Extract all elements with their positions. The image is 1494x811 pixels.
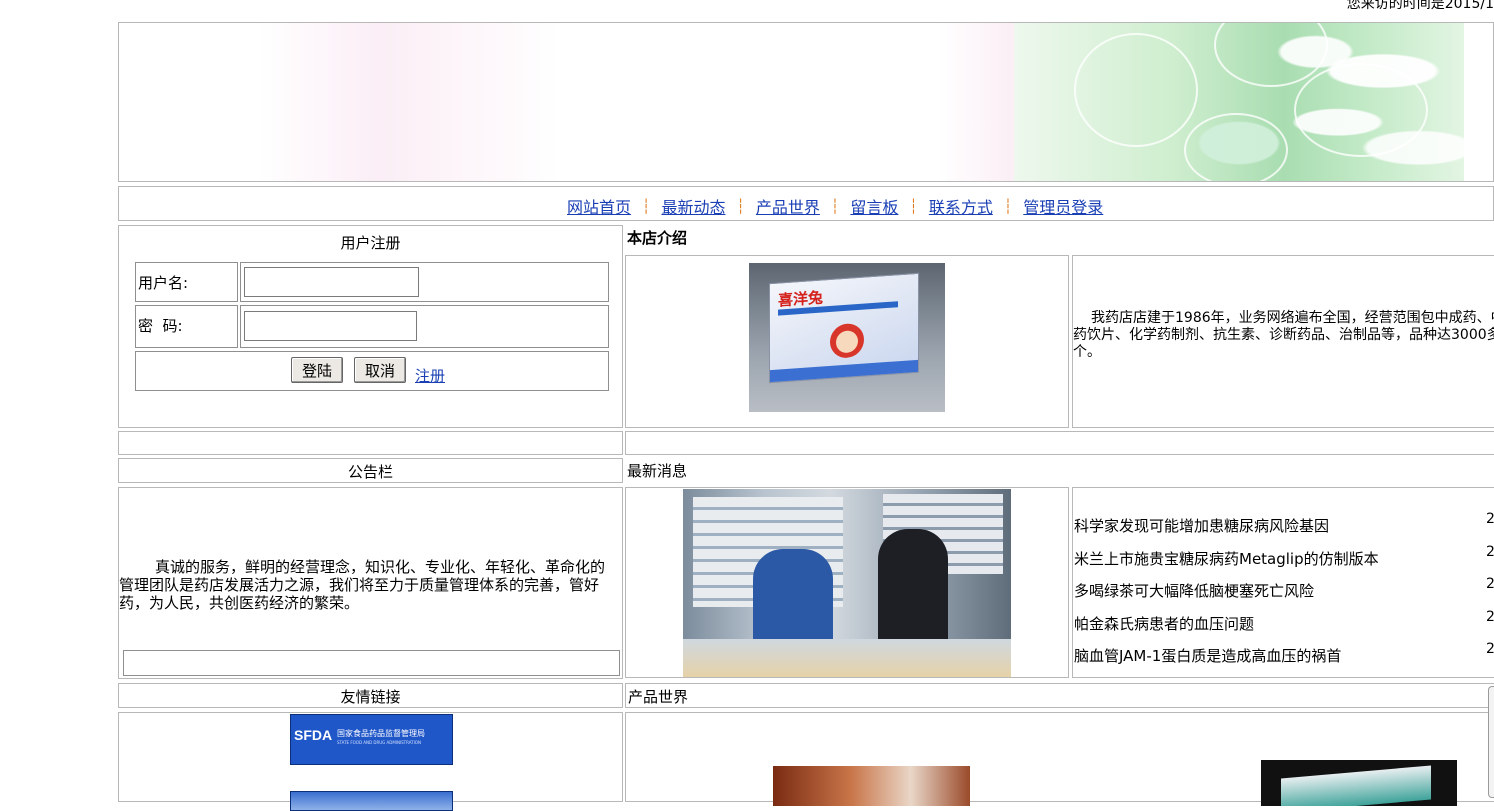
second-link-banner[interactable] — [290, 791, 453, 811]
nav-home-link[interactable]: 网站首页 — [567, 198, 631, 217]
news-item-date: 2 — [1486, 641, 1494, 657]
notice-footer-row — [123, 650, 620, 676]
register-actions-row: 登陆 取消 注册 — [135, 351, 609, 391]
products-title: 产品世界 — [628, 688, 689, 706]
password-label-cell: 密 码: — [135, 305, 238, 348]
medicine-box: 喜洋兔 — [769, 272, 919, 384]
news-item[interactable]: 多喝绿茶可大幅降低脑梗塞死亡风险 — [1074, 580, 1314, 601]
main-nav: 网站首页 ┆ 最新动态 ┆ 产品世界 ┆ 留言板 ┆ 联系方式 ┆ 管理员登录 — [118, 186, 1494, 221]
intro-text-cell: 我药店店建于1986年，业务网络遍布全国，经营范围包中成药、中药饮片、化学药制剂… — [1072, 255, 1494, 428]
product-image-1[interactable] — [773, 766, 970, 806]
left-spacer-row — [118, 431, 623, 455]
product-image-2[interactable] — [1261, 760, 1457, 806]
news-item-date: 2 — [1486, 576, 1494, 592]
links-header: 友情链接 — [118, 683, 623, 708]
news-item-date: 2 — [1486, 511, 1494, 527]
password-input[interactable] — [244, 311, 417, 341]
password-input-cell — [240, 305, 609, 348]
scrollbar-handle[interactable] — [1488, 686, 1494, 798]
banner-ring — [1184, 113, 1288, 181]
links-panel: SFDA 国家食品药品监督管理局 STATE FOOD AND DRUG ADM… — [118, 712, 623, 811]
username-input[interactable] — [244, 267, 419, 297]
news-item-date: 2 — [1486, 544, 1494, 560]
visit-time-text: 您来访的时间是2015/1 — [1346, 0, 1494, 12]
intro-image-cell: 喜洋兔 — [625, 255, 1069, 428]
register-title: 用户注册 — [340, 234, 401, 252]
sfda-link-banner[interactable]: SFDA 国家食品药品监督管理局 STATE FOOD AND DRUG ADM… — [290, 714, 453, 765]
notice-panel: 真诚的服务，鲜明的经营理念，知识化、专业化、年轻化、革命化的管理团队是药店发展活… — [118, 487, 623, 679]
products-panel — [625, 712, 1494, 806]
intro-title: 本店介绍 — [627, 229, 688, 247]
nav-products-link[interactable]: 产品世界 — [756, 198, 820, 217]
nav-separator: ┆ — [1003, 199, 1013, 215]
cancel-button[interactable]: 取消 — [354, 357, 406, 383]
intro-product-photo: 喜洋兔 — [749, 263, 945, 412]
intro-header: 本店介绍 — [627, 226, 1494, 251]
links-title: 友情链接 — [340, 688, 401, 706]
username-input-cell — [240, 262, 609, 302]
intro-text: 我药店店建于1986年，业务网络遍布全国，经营范围包中成药、中药饮片、化学药制剂… — [1073, 310, 1494, 360]
pharmacy-counter — [683, 639, 1011, 677]
register-link[interactable]: 注册 — [415, 365, 445, 386]
nav-separator: ┆ — [736, 199, 745, 215]
register-panel: 用户注册 用户名: 密 码: 登陆 取消 注册 — [118, 225, 623, 428]
nav-links: 网站首页 ┆ 最新动态 ┆ 产品世界 ┆ 留言板 ┆ 联系方式 ┆ 管理员登录 — [567, 194, 1103, 218]
news-item-date: 2 — [1486, 609, 1494, 625]
sfda-name-en: STATE FOOD AND DRUG ADMINISTRATION — [337, 740, 421, 745]
nav-contact-link[interactable]: 联系方式 — [929, 198, 993, 217]
news-pharmacy-photo — [683, 489, 1011, 677]
login-button[interactable]: 登陆 — [291, 357, 343, 383]
banner-ring — [1074, 33, 1198, 147]
notice-header: 公告栏 — [118, 458, 623, 483]
nav-news-link[interactable]: 最新动态 — [661, 198, 725, 217]
notice-title: 公告栏 — [347, 463, 393, 481]
news-item[interactable]: 科学家发现可能增加患糖尿病风险基因 — [1074, 515, 1329, 536]
username-label-cell: 用户名: — [135, 262, 238, 302]
header-banner — [118, 22, 1494, 182]
notice-text: 真诚的服务，鲜明的经营理念，知识化、专业化、年轻化、革命化的管理团队是药店发展活… — [119, 558, 606, 612]
news-item[interactable]: 脑血管JAM-1蛋白质是造成高血压的祸首 — [1074, 645, 1341, 666]
banner-glassware-image — [1014, 23, 1464, 181]
nav-separator: ┆ — [830, 199, 840, 215]
right-spacer-row — [625, 431, 1494, 455]
password-label: 密 码: — [138, 317, 183, 335]
sfda-name: 国家食品药品监督管理局 — [337, 729, 425, 738]
news-header: 最新消息 — [627, 458, 1494, 483]
medicine-box-bottom-band — [770, 359, 918, 383]
product-box — [1281, 765, 1431, 806]
products-header: 产品世界 — [625, 683, 1494, 708]
nav-admin-login-link[interactable]: 管理员登录 — [1023, 198, 1103, 217]
nav-separator: ┆ — [642, 199, 651, 215]
nav-separator: ┆ — [909, 199, 918, 215]
username-label: 用户名: — [138, 274, 189, 292]
nav-guestbook-link[interactable]: 留言板 — [850, 198, 898, 217]
banner-ring — [1294, 63, 1428, 157]
sfda-abbr: SFDA — [294, 727, 333, 743]
news-item[interactable]: 米兰上市施贵宝糖尿病药Metaglip的仿制版本 — [1074, 548, 1379, 569]
news-title: 最新消息 — [627, 462, 688, 480]
banner-pink-glow — [259, 23, 559, 181]
news-item[interactable]: 帕金森氏病患者的血压问题 — [1074, 613, 1254, 634]
news-image-cell — [625, 487, 1069, 678]
